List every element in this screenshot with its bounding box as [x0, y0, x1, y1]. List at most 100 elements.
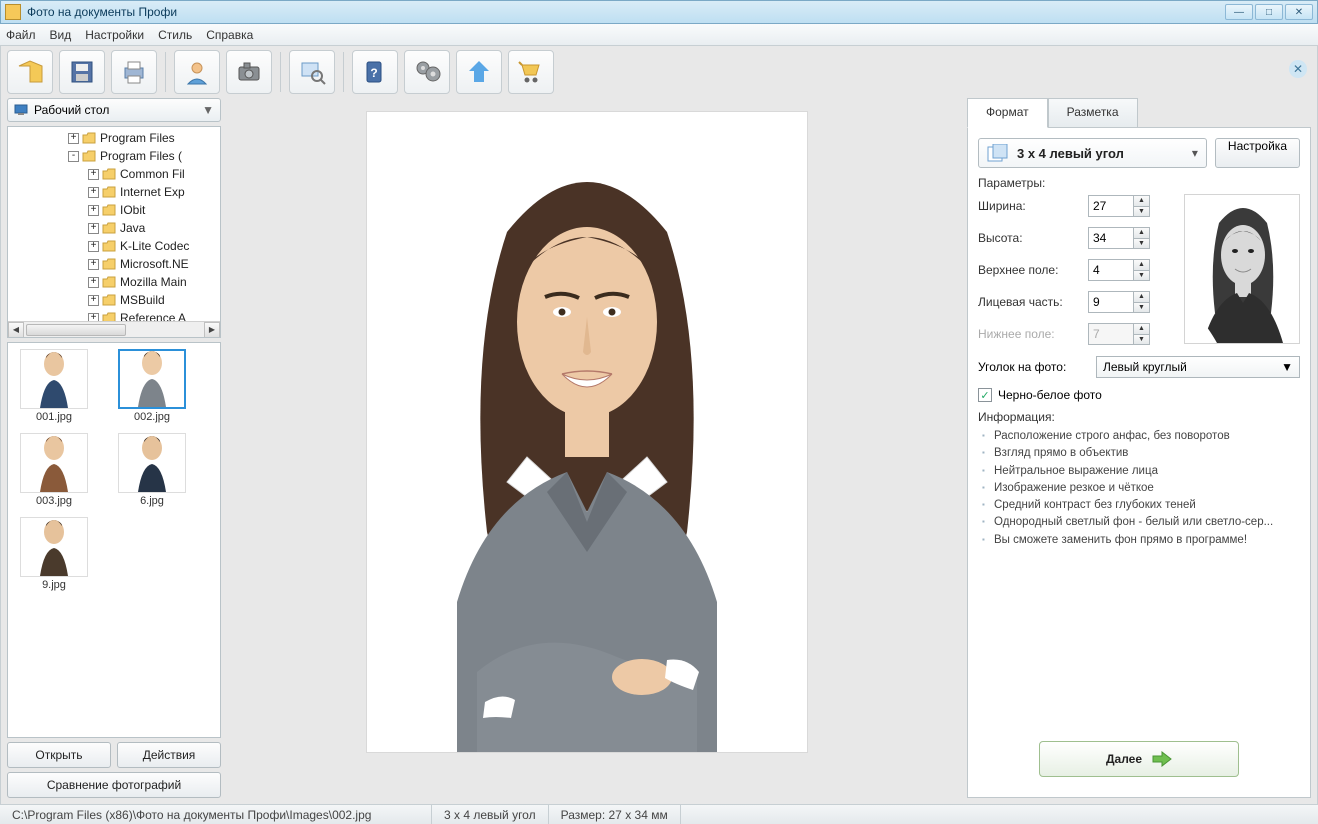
spin-down[interactable]: ▼	[1134, 270, 1150, 282]
toolbar-save-button[interactable]	[59, 50, 105, 94]
tab-layout[interactable]: Разметка	[1048, 98, 1138, 128]
toolbar-zoom-button[interactable]	[289, 50, 335, 94]
menu-file[interactable]: Файл	[6, 28, 36, 42]
scroll-left-button[interactable]: ◀	[8, 322, 24, 338]
spin-up[interactable]: ▲	[1134, 227, 1150, 238]
spin-up[interactable]: ▲	[1134, 291, 1150, 302]
open-button[interactable]: Открыть	[7, 742, 111, 768]
thumbnail-item[interactable]: 001.jpg	[14, 349, 94, 423]
format-settings-button[interactable]: Настройка	[1215, 138, 1300, 168]
save-icon	[68, 58, 96, 86]
expand-toggle[interactable]: +	[88, 259, 99, 270]
folder-icon	[82, 150, 96, 162]
param-height-input[interactable]	[1088, 227, 1134, 249]
help-icon: ?	[361, 58, 389, 86]
tree-row[interactable]: +Common Fil	[8, 165, 220, 183]
scroll-thumb[interactable]	[26, 324, 126, 336]
spin-up[interactable]: ▲	[1134, 195, 1150, 206]
format-selector[interactable]: 3 x 4 левый угол ▾	[978, 138, 1207, 168]
arrow-right-icon	[1152, 751, 1172, 767]
toolbar-help-button[interactable]: ?	[352, 50, 398, 94]
toolbar-update-button[interactable]	[456, 50, 502, 94]
spin-down: ▼	[1134, 334, 1150, 346]
thumbnail-item[interactable]: 003.jpg	[14, 433, 94, 507]
menu-view[interactable]: Вид	[50, 28, 72, 42]
tree-row[interactable]: + Java	[8, 219, 220, 237]
expand-toggle[interactable]: +	[88, 169, 99, 180]
folder-icon	[102, 240, 116, 252]
expand-toggle[interactable]: +	[88, 187, 99, 198]
spin-up[interactable]: ▲	[1134, 259, 1150, 270]
param-top-input[interactable]	[1088, 259, 1134, 281]
folder-icon	[102, 168, 116, 180]
photo-canvas[interactable]	[367, 112, 807, 752]
right-panel: Формат Разметка 3 x 4 левый угол ▾ Настр…	[967, 98, 1311, 798]
menu-style[interactable]: Стиль	[158, 28, 192, 42]
tree-row[interactable]: +Microsoft.NE	[8, 255, 220, 273]
tree-row[interactable]: +IObit	[8, 201, 220, 219]
format-preview	[1184, 194, 1300, 344]
info-item: Изображение резкое и чёткое	[982, 480, 1300, 497]
spin-down[interactable]: ▼	[1134, 206, 1150, 218]
toolbar-user-button[interactable]	[174, 50, 220, 94]
bw-checkbox[interactable]: Черно-белое фото	[978, 388, 1300, 402]
toolbar-print-button[interactable]	[111, 50, 157, 94]
toolbar-open-button[interactable]	[7, 50, 53, 94]
expand-toggle[interactable]: +	[88, 223, 99, 234]
panel-close-icon[interactable]: ✕	[1289, 60, 1307, 78]
expand-toggle[interactable]: +	[68, 133, 79, 144]
tab-format[interactable]: Формат	[967, 98, 1048, 128]
actions-button[interactable]: Действия	[117, 742, 221, 768]
menu-help[interactable]: Справка	[206, 28, 253, 42]
tree-label: Java	[120, 221, 145, 235]
info-item: Расположение строго анфас, без поворотов	[982, 428, 1300, 445]
tree-row[interactable]: - Program Files (	[8, 147, 220, 165]
params-title: Параметры:	[978, 176, 1300, 190]
thumbnail-label: 6.jpg	[140, 495, 164, 507]
tree-row[interactable]: + Mozilla Main	[8, 273, 220, 291]
expand-toggle[interactable]: +	[88, 241, 99, 252]
horizontal-scrollbar[interactable]: ◀ ▶	[8, 321, 220, 337]
tree-row[interactable]: +MSBuild	[8, 291, 220, 309]
compare-button[interactable]: Сравнение фотографий	[7, 772, 221, 798]
thumbnail-image	[20, 517, 88, 577]
toolbar-video-button[interactable]	[404, 50, 450, 94]
toolbar-cart-button[interactable]	[508, 50, 554, 94]
folder-icon	[102, 222, 116, 234]
cart-icon	[517, 58, 545, 86]
left-panel: Рабочий стол ▼ + Program Files - Program Fi…	[7, 98, 221, 798]
expand-toggle[interactable]: +	[88, 277, 99, 288]
folder-icon	[102, 204, 116, 216]
expand-toggle[interactable]: +	[88, 295, 99, 306]
thumbnail-item[interactable]: 9.jpg	[14, 517, 94, 591]
spin-down[interactable]: ▼	[1134, 302, 1150, 314]
next-button[interactable]: Далее	[1039, 741, 1239, 777]
maximize-button[interactable]: □	[1255, 4, 1283, 20]
tree-row[interactable]: +Internet Exp	[8, 183, 220, 201]
corner-select[interactable]: Левый круглый▼	[1096, 356, 1300, 378]
thumbnail-label: 002.jpg	[134, 411, 170, 423]
thumbnail-item[interactable]: 6.jpg	[112, 433, 192, 507]
location-dropdown[interactable]: Рабочий стол ▼	[7, 98, 221, 122]
param-face-input[interactable]	[1088, 291, 1134, 313]
minimize-button[interactable]: —	[1225, 4, 1253, 20]
tree-label: Program Files	[100, 131, 175, 145]
tree-label: Mozilla Main	[120, 275, 187, 289]
preview-image	[1185, 194, 1299, 343]
tree-label: Program Files (	[100, 149, 182, 163]
folder-icon	[82, 132, 96, 144]
toolbar-camera-button[interactable]	[226, 50, 272, 94]
expand-toggle[interactable]: +	[88, 205, 99, 216]
thumbnail-label: 9.jpg	[42, 579, 66, 591]
thumbnail-item[interactable]: 002.jpg	[112, 349, 192, 423]
tree-row[interactable]: +K-Lite Codec	[8, 237, 220, 255]
folder-tree[interactable]: + Program Files - Program Files ( +Common Fi…	[7, 126, 221, 338]
tree-row[interactable]: + Program Files	[8, 129, 220, 147]
scroll-right-button[interactable]: ▶	[204, 322, 220, 338]
expand-toggle[interactable]: -	[68, 151, 79, 162]
param-width-input[interactable]	[1088, 195, 1134, 217]
close-button[interactable]: ✕	[1285, 4, 1313, 20]
spin-down[interactable]: ▼	[1134, 238, 1150, 250]
format-icon	[987, 144, 1009, 162]
menu-settings[interactable]: Настройки	[85, 28, 144, 42]
